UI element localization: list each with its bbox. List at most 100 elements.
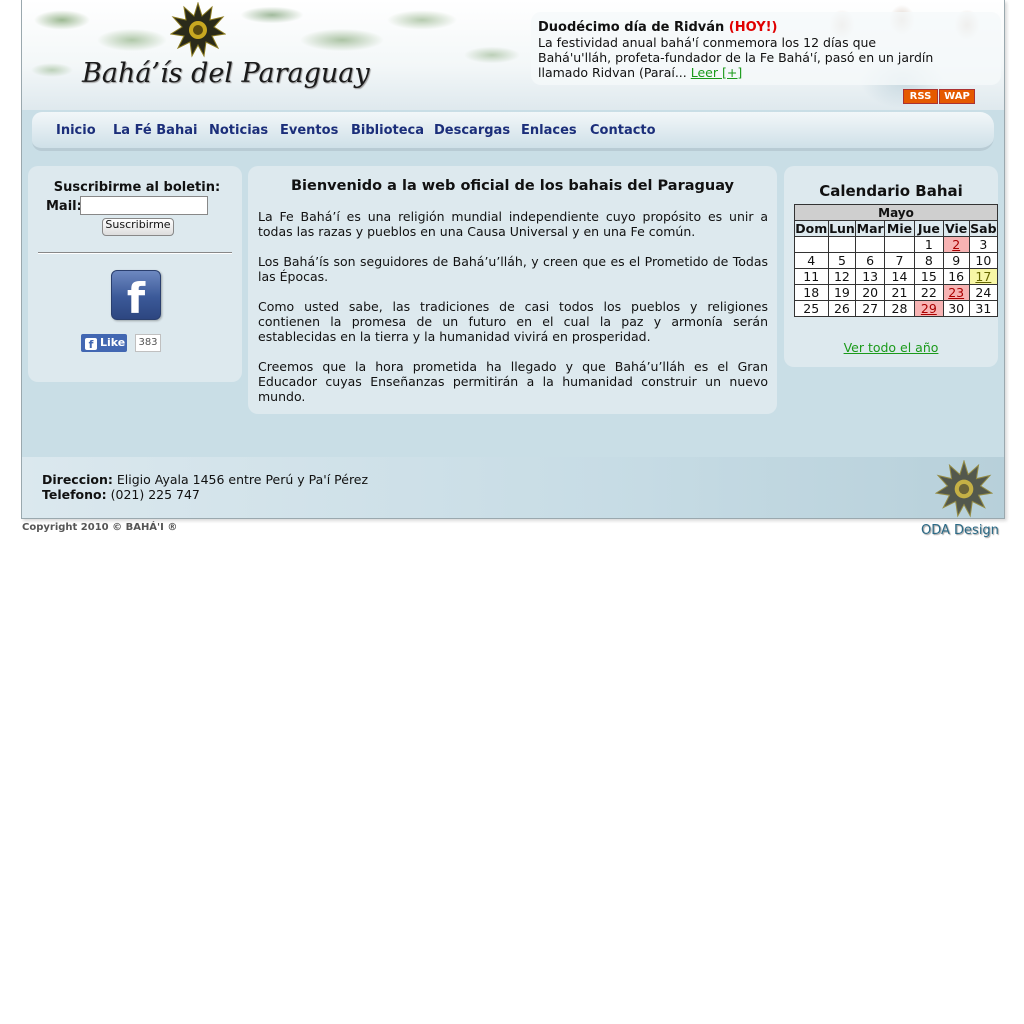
calendar-day-cell: 1 — [914, 236, 944, 253]
newsletter-title: Suscribirme al boletin: — [53, 180, 221, 195]
calendar-day-cell: 13 — [855, 268, 885, 285]
calendar-full-year-link[interactable]: Ver todo el año — [784, 340, 998, 355]
calendar-day-cell: 25 — [794, 300, 829, 317]
calendar-day-number: 22 — [920, 285, 937, 300]
menu-item-eventos[interactable]: Eventos — [280, 123, 338, 138]
calendar-day-cell: 24 — [968, 284, 999, 301]
menu-item-contacto[interactable]: Contacto — [590, 123, 656, 138]
calendar-day-cell — [855, 236, 885, 253]
subscribe-button[interactable]: Suscribirme — [102, 218, 174, 236]
calendar-day-cell: 30 — [942, 300, 970, 317]
calendar-day-number: 31 — [975, 301, 992, 316]
calendar-day-number: 7 — [895, 253, 904, 268]
like-label: Like — [100, 336, 126, 349]
calendar-day-cell[interactable]: 29 — [914, 300, 944, 317]
facebook-like-button[interactable]: f Like — [81, 334, 127, 352]
bahai-star-logo-icon[interactable] — [170, 2, 226, 58]
menu-item-inicio[interactable]: Inicio — [56, 123, 96, 138]
calendar-day-cell: 9 — [942, 252, 970, 269]
welcome-text: La Fe Bahá’í es una religión mundial ind… — [258, 209, 768, 419]
calendar-day-cell[interactable]: 2 — [942, 236, 970, 253]
calendar-day-number: 2 — [952, 237, 961, 252]
calendar-day-number: 12 — [833, 269, 850, 284]
header: Bahá’ís del Paraguay Duodécimo día de Ri… — [22, 0, 1004, 110]
calendar-day-number: 26 — [833, 301, 850, 316]
calendar-day-number: 14 — [891, 269, 908, 284]
designer-credit[interactable]: ODA Design — [921, 523, 999, 538]
divider — [38, 252, 232, 254]
mail-input[interactable] — [80, 196, 208, 215]
calendar-day-number: 9 — [952, 253, 961, 268]
calendar-day-header: Sab — [968, 220, 999, 237]
calendar-day-number: 13 — [862, 269, 879, 284]
calendar-day-number: 15 — [920, 269, 937, 284]
welcome-paragraph: Los Bahá’ís son seguidores de Bahá’u’llá… — [258, 254, 768, 284]
welcome-box: Bienvenido a la web oficial de los bahai… — [248, 166, 777, 414]
menu-item-enlaces[interactable]: Enlaces — [521, 123, 577, 138]
calendar-day-cell[interactable]: 23 — [942, 284, 970, 301]
address-label: Direccion: — [42, 472, 113, 487]
copyright-text: Copyright 2010 © BAHÁ'I ® — [22, 522, 178, 533]
calendar-day-cell: 8 — [914, 252, 944, 269]
welcome-paragraph: Como usted sabe, las tradiciones de casi… — [258, 299, 768, 344]
calendar-day-header: Dom — [794, 220, 829, 237]
calendar-day-cell: 20 — [855, 284, 885, 301]
calendar-week-row: 18 19 20 21 22 23 24 — [794, 284, 999, 301]
menu-item-biblioteca[interactable]: Biblioteca — [351, 123, 424, 138]
footer: Direccion: Eligio Ayala 1456 entre Perú … — [22, 457, 1004, 518]
newsletter-box: Suscribirme al boletin: Mail: Suscribirm… — [28, 166, 242, 382]
calendar-day-cell: 19 — [827, 284, 857, 301]
menu-item-noticias[interactable]: Noticias — [209, 123, 268, 138]
calendar-day-cell: 10 — [968, 252, 999, 269]
rss-button[interactable]: RSS — [903, 89, 938, 104]
calendar-day-cell[interactable]: 17 — [968, 268, 999, 285]
calendar-day-cell: 11 — [794, 268, 829, 285]
mail-label: Mail: — [46, 199, 82, 214]
welcome-paragraph: Creemos que la hora prometida ha llegado… — [258, 359, 768, 404]
calendar-header-row: Dom Lun Mar Mie Jue Vie Sab — [794, 220, 999, 237]
calendar-day-cell: 31 — [968, 300, 999, 317]
calendar-day-number: 8 — [924, 253, 933, 268]
news-read-more-link[interactable]: Leer [+] — [691, 65, 742, 80]
calendar-day-number: 28 — [891, 301, 908, 316]
menu-item-la-fe-bahai[interactable]: La Fé Bahai — [113, 123, 197, 138]
leaves-decoration — [22, 0, 542, 110]
calendar-day-number: 27 — [862, 301, 879, 316]
calendar-day-cell — [883, 236, 916, 253]
calendar-day-cell: 21 — [883, 284, 916, 301]
site-title[interactable]: Bahá’ís del Paraguay — [82, 58, 370, 89]
calendar-day-number: 19 — [833, 285, 850, 300]
facebook-icon[interactable]: f — [111, 270, 161, 320]
calendar-day-number: 24 — [975, 285, 992, 300]
news-today-badge: (HOY!) — [728, 20, 778, 35]
calendar-day-number: 30 — [948, 301, 965, 316]
wap-button[interactable]: WAP — [939, 89, 975, 104]
calendar-week-row: 11 12 13 14 15 16 17 — [794, 268, 999, 285]
calendar-day-number: 23 — [948, 285, 965, 300]
calendar-day-cell: 18 — [794, 284, 829, 301]
like-count: 383 — [135, 334, 161, 352]
address-line: Direccion: Eligio Ayala 1456 entre Perú … — [42, 472, 368, 487]
calendar-day-number: 17 — [975, 269, 992, 284]
menu-item-descargas[interactable]: Descargas — [434, 123, 510, 138]
page-container: Bahá’ís del Paraguay Duodécimo día de Ri… — [21, 0, 1005, 519]
main-menu: Inicio La Fé Bahai Noticias Eventos Bibl… — [32, 112, 994, 151]
calendar-day-number: 16 — [948, 269, 965, 284]
phone-line: Telefono: (021) 225 747 — [42, 487, 368, 502]
phone-value: (021) 225 747 — [110, 487, 200, 502]
calendar-week-row: 25 26 27 28 29 30 31 — [794, 300, 999, 317]
calendar-day-cell: 4 — [794, 252, 829, 269]
calendar-day-cell: 5 — [827, 252, 857, 269]
news-ticker: Duodécimo día de Ridván (HOY!) La festiv… — [531, 12, 1001, 85]
calendar-day-cell: 28 — [883, 300, 916, 317]
calendar-day-number: 3 — [979, 237, 988, 252]
welcome-paragraph: La Fe Bahá’í es una religión mundial ind… — [258, 209, 768, 239]
calendar-day-number: 4 — [807, 253, 816, 268]
calendar-day-number: 11 — [803, 269, 820, 284]
calendar-day-cell: 15 — [914, 268, 944, 285]
calendar-table: Mayo Dom Lun Mar Mie Jue Vie Sab 1 2 3 4 5 6 7 8 9 10 11… — [794, 204, 999, 317]
calendar-box: Calendario Bahai Mayo Dom Lun Mar Mie Jue Vie… — [784, 166, 999, 367]
calendar-title: Calendario Bahai — [819, 182, 963, 200]
calendar-day-number: 5 — [837, 253, 846, 268]
calendar-day-header: Jue — [914, 220, 944, 237]
